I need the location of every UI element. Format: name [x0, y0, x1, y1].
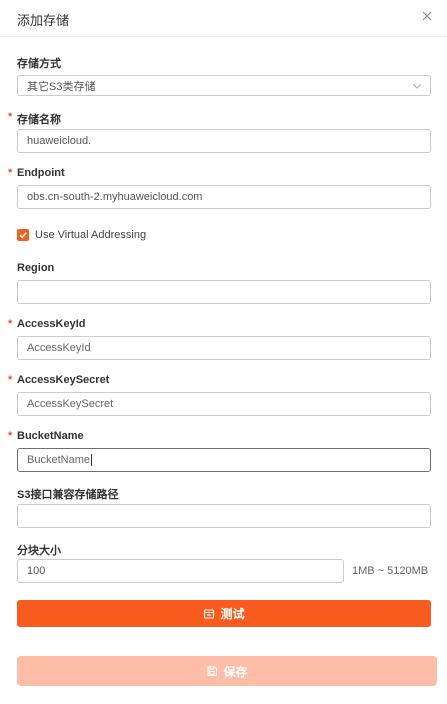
chunk-size-hint: 1MB ~ 5120MB — [352, 565, 429, 577]
storage-method-label-text: 存储方式 — [17, 58, 61, 70]
save-button[interactable]: 保存 — [17, 656, 437, 686]
virtual-addressing-label: Use Virtual Addressing — [35, 229, 147, 241]
check-icon — [19, 232, 27, 239]
dialog-header: 添加存储 — [0, 0, 447, 37]
close-icon[interactable] — [419, 8, 435, 24]
region-label: Region — [17, 262, 54, 274]
bucket-name-label: * BucketName — [8, 430, 84, 442]
test-button-label: 测试 — [220, 607, 245, 621]
chunk-size-label: 分块大小 — [17, 542, 61, 558]
test-icon — [203, 608, 215, 620]
storage-name-input[interactable]: huaweicloud. — [17, 129, 431, 153]
s3-path-label: S3接口兼容存储路径 — [17, 486, 118, 502]
storage-method-value: 其它S3类存储 — [27, 80, 96, 93]
save-button-label: 保存 — [223, 664, 248, 679]
bucket-name-placeholder: BucketName — [27, 454, 90, 466]
endpoint-label: * Endpoint — [8, 167, 65, 179]
required-mark: * — [8, 318, 13, 330]
access-key-secret-input[interactable]: AccessKeySecret — [17, 392, 431, 416]
chevron-down-icon — [411, 80, 423, 92]
s3-path-label-text: S3接口兼容存储路径 — [17, 489, 119, 501]
endpoint-value: obs.cn-south-2.myhuaweicloud.com — [27, 191, 203, 203]
required-mark: * — [8, 111, 13, 123]
access-key-id-label: * AccessKeyId — [8, 318, 86, 330]
storage-name-value: huaweicloud. — [27, 135, 92, 147]
storage-method-label: 存储方式 — [17, 55, 61, 71]
test-button[interactable]: 测试 — [17, 600, 431, 627]
chunk-size-label-text: 分块大小 — [17, 545, 61, 557]
save-icon — [206, 665, 218, 677]
s3-path-input[interactable] — [17, 504, 431, 528]
access-key-id-label-text: AccessKeyId — [17, 318, 86, 330]
access-key-secret-placeholder: AccessKeySecret — [27, 398, 114, 410]
access-key-secret-label: * AccessKeySecret — [8, 374, 110, 386]
storage-name-label: * 存储名称 — [8, 111, 61, 127]
bucket-name-input[interactable]: BucketName — [17, 448, 431, 472]
required-mark: * — [8, 430, 13, 442]
required-mark: * — [8, 167, 13, 179]
storage-name-label-text: 存储名称 — [17, 114, 61, 126]
required-mark: * — [8, 374, 13, 386]
access-key-secret-label-text: AccessKeySecret — [17, 374, 110, 386]
region-input[interactable] — [17, 280, 431, 304]
bucket-name-label-text: BucketName — [17, 430, 84, 442]
dialog-title: 添加存储 — [17, 13, 70, 28]
region-label-text: Region — [17, 262, 55, 274]
access-key-id-placeholder: AccessKeyId — [27, 342, 91, 354]
endpoint-input[interactable]: obs.cn-south-2.myhuaweicloud.com — [17, 185, 431, 209]
chunk-size-input[interactable]: 100 — [17, 559, 344, 583]
chunk-size-value: 100 — [27, 565, 46, 577]
storage-method-select[interactable]: 其它S3类存储 — [17, 75, 431, 96]
endpoint-label-text: Endpoint — [17, 167, 65, 179]
access-key-id-input[interactable]: AccessKeyId — [17, 336, 431, 360]
virtual-addressing-row[interactable]: Use Virtual Addressing — [17, 229, 146, 241]
text-caret — [90, 454, 92, 466]
virtual-addressing-checkbox[interactable] — [17, 229, 29, 241]
